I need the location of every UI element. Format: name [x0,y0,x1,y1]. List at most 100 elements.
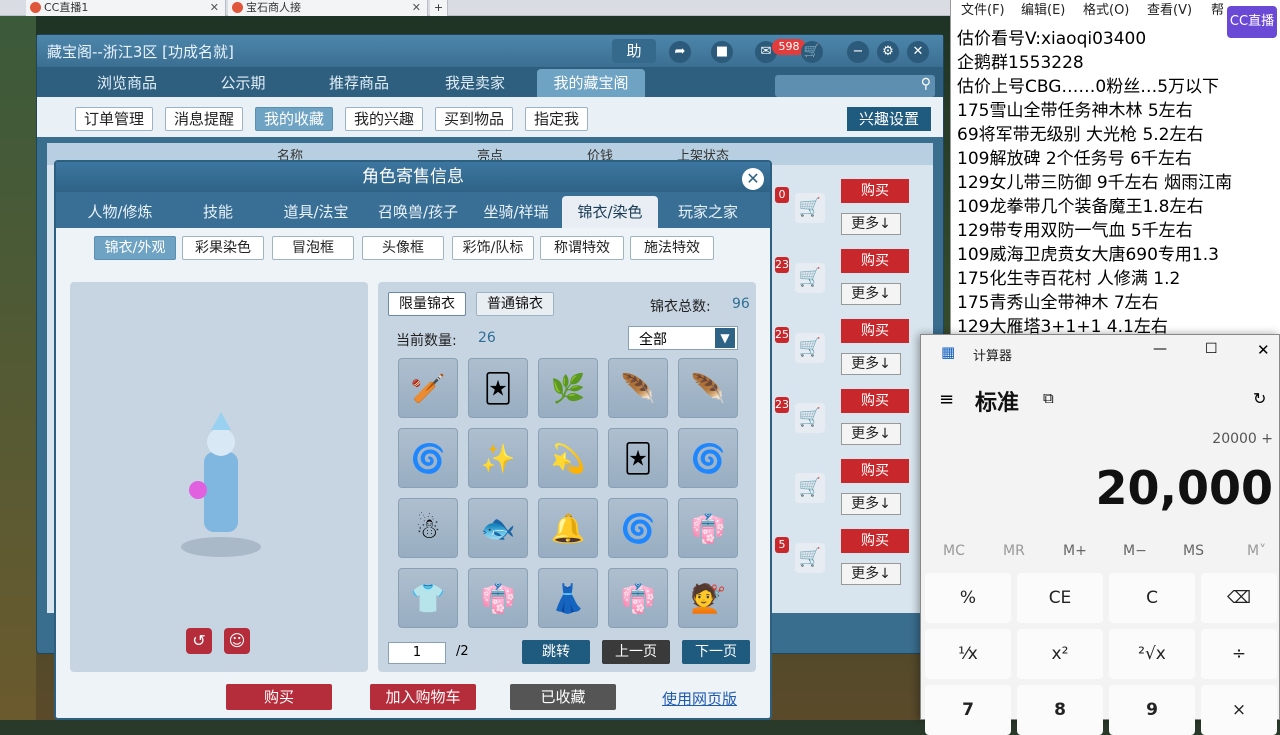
minimize-icon[interactable]: − [847,41,869,63]
new-tab-button[interactable]: + [430,0,448,16]
menu-format[interactable]: 格式(O) [1083,1,1129,21]
costume-item[interactable]: 🏏 [398,358,458,418]
cart-icon[interactable]: 🛒 [795,193,825,223]
cart-icon[interactable]: 🛒 [795,543,825,573]
browser-tab-cc[interactable]: CC直播1 ✕ [26,0,226,16]
memory-list-button[interactable]: M˅ [1247,543,1266,559]
costume-item[interactable]: 👗 [538,568,598,628]
next-page-button[interactable]: 下一页 [682,640,750,664]
buy-button[interactable]: 购买 [841,529,909,553]
tab-browse[interactable]: 浏览商品 [73,69,181,97]
add-to-cart-button[interactable]: 加入购物车 [370,684,476,710]
sub-tab-bought[interactable]: 买到物品 [435,107,514,131]
buy-button[interactable]: 购买 [841,389,909,413]
more-button[interactable]: 更多↓ [841,423,901,445]
reciprocal-button[interactable]: ¹⁄x [925,629,1011,679]
divide-button[interactable]: ÷ [1201,629,1277,679]
costume-item[interactable]: 🌀 [678,428,738,488]
search-input[interactable]: ⚲ [775,75,935,97]
tab-public[interactable]: 公示期 [189,69,297,97]
close-icon[interactable]: ✕ [1257,341,1270,359]
sub-tab-messages[interactable]: 消息提醒 [165,107,244,131]
search-icon[interactable]: ⚲ [921,76,931,92]
more-button[interactable]: 更多↓ [841,563,901,585]
browser-tab-gem[interactable]: 宝石商人接 ✕ [228,0,428,16]
cart-icon[interactable]: 🛒 [795,403,825,433]
sub-tab-assigned[interactable]: 指定我 [525,107,589,131]
sub-tab-cast-effect[interactable]: 施法特效 [630,236,714,260]
tab-character[interactable]: 人物/修炼 [72,196,168,228]
normal-costume-tab[interactable]: 普通锦衣 [476,292,554,316]
costume-item[interactable]: ☃ [398,498,458,558]
tab-mounts[interactable]: 坐骑/祥瑞 [468,196,564,228]
close-icon[interactable]: ✕ [907,41,929,63]
memory-recall-button[interactable]: MR [1003,543,1025,559]
memory-subtract-button[interactable]: M− [1123,543,1147,559]
costume-item[interactable]: 👘 [678,498,738,558]
tab-costumes[interactable]: 锦衣/染色 [562,196,658,228]
digit-8-button[interactable]: 8 [1017,685,1103,735]
memory-clear-button[interactable]: MC [943,543,965,559]
sub-tab-decor[interactable]: 彩饰/队标 [452,236,534,260]
menu-edit[interactable]: 编辑(E) [1021,1,1065,21]
sub-tab-appearance[interactable]: 锦衣/外观 [94,236,176,260]
costume-item[interactable]: 🪶 [608,358,668,418]
buy-button[interactable]: 购买 [841,179,909,203]
clear-button[interactable]: C [1109,573,1195,623]
jump-button[interactable]: 跳转 [522,640,590,664]
cart-icon[interactable]: 🛒 [801,41,823,63]
share-icon[interactable]: ➦ [669,41,691,63]
page-input[interactable]: 1 [388,642,446,664]
sub-tab-interests[interactable]: 我的兴趣 [345,107,424,131]
keep-on-top-icon[interactable]: ⧉ [1043,389,1054,407]
sub-tab-orders[interactable]: 订单管理 [75,107,154,131]
costume-item[interactable]: 👘 [468,568,528,628]
sub-tab-dye[interactable]: 彩果染色 [182,236,264,260]
memory-add-button[interactable]: M+ [1063,543,1087,559]
limited-costume-tab[interactable]: 限量锦衣 [388,292,466,316]
close-icon[interactable]: ✕ [210,0,219,16]
multiply-button[interactable]: × [1201,685,1277,735]
backspace-button[interactable]: ⌫ [1201,573,1277,623]
close-icon[interactable]: ✕ [412,0,421,16]
costume-item[interactable]: 🌿 [538,358,598,418]
tab-seller[interactable]: 我是卖家 [421,69,529,97]
minimize-icon[interactable]: — [1153,341,1167,357]
tab-recommend[interactable]: 推荐商品 [305,69,413,97]
costume-item[interactable]: 🃏 [608,428,668,488]
costume-item[interactable]: 👕 [398,568,458,628]
buy-button[interactable]: 购买 [226,684,332,710]
percent-button[interactable]: % [925,573,1011,623]
cart-icon[interactable]: 🛒 [795,333,825,363]
interest-settings-button[interactable]: 兴趣设置 [846,107,931,131]
clear-entry-button[interactable]: CE [1017,573,1103,623]
memory-store-button[interactable]: MS [1183,543,1204,559]
digit-9-button[interactable]: 9 [1109,685,1195,735]
sub-tab-favorites[interactable]: 我的收藏 [255,107,334,131]
costume-item[interactable]: 🃏 [468,358,528,418]
sub-tab-title-effect[interactable]: 称谓特效 [540,236,624,260]
history-icon[interactable]: ↻ [1253,389,1266,408]
more-button[interactable]: 更多↓ [841,493,901,515]
costume-item[interactable]: 🔔 [538,498,598,558]
costume-item[interactable]: 👘 [608,568,668,628]
hamburger-menu-icon[interactable]: ≡ [939,389,954,410]
help-button[interactable]: 助 [612,39,656,63]
sqrt-button[interactable]: ²√x [1109,629,1195,679]
prev-page-button[interactable]: 上一页 [602,640,670,664]
menu-file[interactable]: 文件(F) [961,1,1005,21]
tab-items[interactable]: 道具/法宝 [268,196,364,228]
tab-home[interactable]: 玩家之家 [660,196,756,228]
menu-view[interactable]: 查看(V) [1147,1,1192,21]
chevron-down-icon[interactable]: ▼ [715,328,735,348]
maximize-icon[interactable]: ☐ [1205,341,1218,357]
buy-button[interactable]: 购买 [841,459,909,483]
pose-icon[interactable]: ☺ [224,628,250,654]
sub-tab-avatar-frame[interactable]: 头像框 [362,236,444,260]
buy-button[interactable]: 购买 [841,249,909,273]
digit-7-button[interactable]: 7 [925,685,1011,735]
stop-icon[interactable]: ■ [711,41,733,63]
square-button[interactable]: x² [1017,629,1103,679]
costume-item[interactable]: 🌀 [608,498,668,558]
menu-help[interactable]: 帮 [1211,1,1224,21]
